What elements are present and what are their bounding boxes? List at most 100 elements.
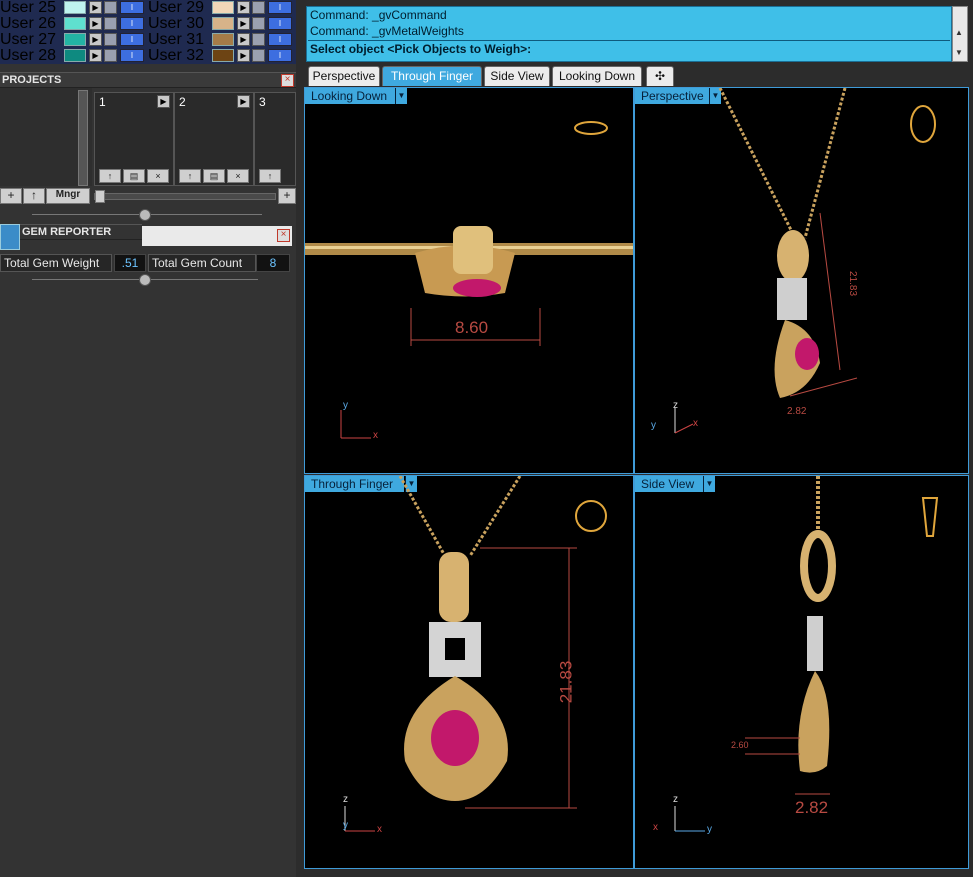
layer-expand-icon[interactable]: ▶ bbox=[237, 17, 250, 30]
total-gem-weight-value: .51 bbox=[114, 254, 146, 272]
project-slot[interactable]: 2 ▶ ↑ ▤ × bbox=[174, 92, 254, 186]
gem-reporter-titlebar bbox=[142, 226, 292, 246]
visible-icon[interactable]: I bbox=[120, 33, 144, 46]
add-tab-icon[interactable]: ✣ bbox=[646, 66, 674, 86]
layer-expand-icon[interactable]: ▶ bbox=[89, 1, 102, 14]
save-icon[interactable]: ▤ bbox=[123, 169, 145, 183]
visible-icon[interactable]: I bbox=[268, 33, 292, 46]
add-slot-button[interactable]: + bbox=[278, 188, 296, 204]
layer-color-swatch[interactable] bbox=[212, 33, 234, 46]
scroll-up-icon[interactable]: ▲ bbox=[955, 28, 963, 37]
viewport-perspective[interactable]: Perspective ▼ 21.83 2.82 z y x bbox=[634, 87, 969, 474]
axis-x-label: x bbox=[693, 418, 698, 429]
save-icon[interactable]: ▤ bbox=[203, 169, 225, 183]
total-gem-weight-label: Total Gem Weight bbox=[0, 254, 112, 272]
lock-icon[interactable] bbox=[104, 33, 117, 46]
projects-slider[interactable] bbox=[94, 193, 276, 200]
layer-color-swatch[interactable] bbox=[64, 33, 86, 46]
lock-icon[interactable] bbox=[104, 49, 117, 62]
command-prompt[interactable]: Select object <Pick Objects to Weigh>: bbox=[310, 42, 946, 58]
manager-button[interactable]: Mngr bbox=[46, 188, 90, 204]
projects-header: PROJECTS bbox=[0, 72, 296, 88]
projects-scrollbar[interactable] bbox=[78, 90, 88, 186]
close-icon[interactable]: × bbox=[277, 229, 290, 242]
splitter-handle[interactable] bbox=[139, 209, 151, 221]
layer-row[interactable]: User 31 ▶ I bbox=[148, 31, 292, 48]
viewport-side-view[interactable]: Side View ▼ 2.82 2.60 z x y bbox=[634, 475, 969, 869]
upload-icon[interactable]: ↑ bbox=[179, 169, 201, 183]
layer-color-swatch[interactable] bbox=[212, 1, 234, 14]
move-up-button[interactable]: ↑ bbox=[23, 188, 45, 204]
project-slot-number: 1 bbox=[99, 95, 106, 109]
play-icon[interactable]: ▶ bbox=[157, 95, 170, 108]
add-project-button[interactable]: + bbox=[0, 188, 22, 204]
layer-row[interactable]: User 32 ▶ I bbox=[148, 46, 292, 64]
visible-icon[interactable]: I bbox=[120, 1, 144, 14]
visible-icon[interactable]: I bbox=[268, 49, 292, 62]
layer-color-swatch[interactable] bbox=[212, 17, 234, 30]
layer-row[interactable]: User 25 ▶ I bbox=[0, 0, 144, 16]
dimension-label: 2.60 bbox=[731, 740, 749, 750]
layer-name: User 32 bbox=[148, 46, 205, 64]
tab-looking-down[interactable]: Looking Down bbox=[552, 66, 642, 86]
layer-expand-icon[interactable]: ▶ bbox=[89, 33, 102, 46]
lock-icon[interactable] bbox=[252, 17, 265, 30]
splitter-handle[interactable] bbox=[139, 274, 151, 286]
divider bbox=[308, 40, 950, 41]
visible-icon[interactable]: I bbox=[120, 17, 144, 30]
visible-icon[interactable]: I bbox=[268, 1, 292, 14]
axis-x-label: x bbox=[373, 430, 378, 441]
layer-row[interactable]: User 29 ▶ I bbox=[148, 0, 292, 16]
total-gem-count-value: 8 bbox=[256, 254, 290, 272]
command-history-line: Command: _gvMetalWeights bbox=[310, 24, 946, 40]
layer-color-swatch[interactable] bbox=[64, 49, 86, 62]
scroll-down-icon[interactable]: ▼ bbox=[955, 48, 963, 57]
dimension-label: 2.82 bbox=[787, 406, 807, 417]
tab-perspective[interactable]: Perspective bbox=[308, 66, 380, 86]
play-icon[interactable]: ▶ bbox=[237, 95, 250, 108]
visible-icon[interactable]: I bbox=[268, 17, 292, 30]
close-icon[interactable]: × bbox=[281, 74, 294, 87]
upload-icon[interactable]: ↑ bbox=[259, 169, 281, 183]
lock-icon[interactable] bbox=[104, 17, 117, 30]
layer-expand-icon[interactable]: ▶ bbox=[237, 49, 250, 62]
lock-icon[interactable] bbox=[104, 1, 117, 14]
layer-row[interactable]: User 26 ▶ I bbox=[0, 15, 144, 32]
layer-color-swatch[interactable] bbox=[64, 17, 86, 30]
layer-expand-icon[interactable]: ▶ bbox=[237, 1, 250, 14]
tab-through-finger[interactable]: Through Finger bbox=[382, 66, 482, 86]
axis-y-label: y bbox=[343, 820, 348, 831]
gem-reporter-icon bbox=[0, 224, 20, 250]
lock-icon[interactable] bbox=[252, 33, 265, 46]
layer-color-swatch[interactable] bbox=[64, 1, 86, 14]
visible-icon[interactable]: I bbox=[120, 49, 144, 62]
upload-icon[interactable]: ↑ bbox=[99, 169, 121, 183]
layer-row[interactable]: User 27 ▶ I bbox=[0, 31, 144, 48]
axis-x-label: x bbox=[653, 822, 658, 833]
project-slot[interactable]: 3 ↑ bbox=[254, 92, 296, 186]
layer-color-swatch[interactable] bbox=[212, 49, 234, 62]
viewport-scene bbox=[344, 476, 607, 832]
layer-row[interactable]: User 28 ▶ I bbox=[0, 47, 144, 64]
viewport-through-finger[interactable]: Through Finger ▼ 21.83 z y x bbox=[304, 475, 634, 869]
delete-icon[interactable]: × bbox=[147, 169, 169, 183]
lock-icon[interactable] bbox=[252, 1, 265, 14]
layer-expand-icon[interactable]: ▶ bbox=[89, 17, 102, 30]
viewport-looking-down[interactable]: Looking Down ▼ 8.60 y x bbox=[304, 87, 634, 474]
layer-row[interactable]: User 30 ▶ I bbox=[148, 15, 292, 32]
delete-icon[interactable]: × bbox=[227, 169, 249, 183]
gem-reporter-title: GEM REPORTER bbox=[22, 226, 112, 238]
tab-side-view[interactable]: Side View bbox=[484, 66, 550, 86]
axis-z-label: z bbox=[673, 400, 678, 411]
layer-expand-icon[interactable]: ▶ bbox=[237, 33, 250, 46]
dimension-label: 21.83 bbox=[847, 270, 859, 297]
total-gem-count-label: Total Gem Count bbox=[148, 254, 256, 272]
axis-z-label: z bbox=[673, 794, 678, 805]
project-slot[interactable]: 1 ▶ ↑ ▤ × bbox=[94, 92, 174, 186]
dimension-label: 8.60 bbox=[455, 318, 489, 337]
axis-z-label: z bbox=[343, 794, 348, 805]
layer-expand-icon[interactable]: ▶ bbox=[89, 49, 102, 62]
lock-icon[interactable] bbox=[252, 49, 265, 62]
dimension-label: 21.83 bbox=[556, 660, 576, 704]
projects-slider-thumb[interactable] bbox=[95, 190, 105, 203]
